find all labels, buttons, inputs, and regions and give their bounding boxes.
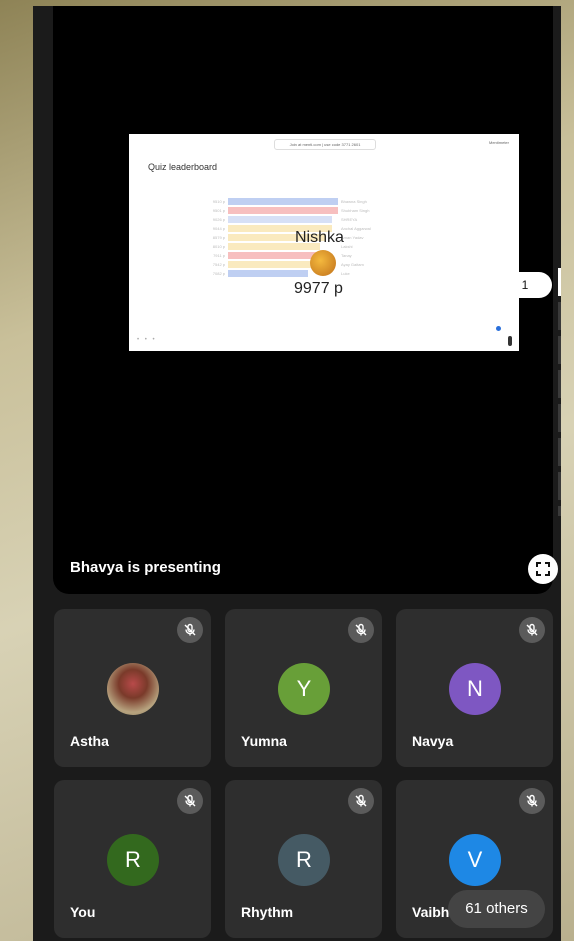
shared-slide: Join at menti.com | use code 3771 2601 M… xyxy=(129,134,519,351)
leaderboard-bar xyxy=(228,216,332,223)
participant-tile-astha[interactable]: Astha xyxy=(54,609,211,767)
avatar: Y xyxy=(278,663,330,715)
leaderboard-name: Luke xyxy=(341,271,350,276)
participant-name: Yumna xyxy=(241,733,287,749)
slide-reaction-icon xyxy=(496,326,501,331)
mic-off-icon xyxy=(184,623,196,636)
leaderboard-score: 8579 p xyxy=(212,235,225,240)
slide-title: Quiz leaderboard xyxy=(148,162,218,172)
mic-off-icon xyxy=(526,623,538,636)
avatar xyxy=(107,663,159,715)
leaderboard-bar xyxy=(228,207,338,214)
meeting-window: Join at menti.com | use code 3771 2601 M… xyxy=(33,6,561,941)
leaderboard-score: 7082 p xyxy=(212,271,225,276)
leaderboard-name: Shubham Singh xyxy=(341,208,370,213)
leaderboard-name: Aman Yadav xyxy=(341,235,364,240)
fullscreen-button[interactable] xyxy=(528,554,558,584)
slide-controls-icon: • • • xyxy=(137,337,157,343)
mute-indicator xyxy=(348,788,374,814)
slide-join-code: Join at menti.com | use code 3771 2601 xyxy=(274,139,376,150)
leaderboard-bar xyxy=(228,261,314,268)
avatar: R xyxy=(107,834,159,886)
winner-medal-icon xyxy=(310,250,336,276)
leaderboard-bar xyxy=(228,252,318,259)
leaderboard-score: 8010 p xyxy=(212,244,225,249)
mute-indicator xyxy=(519,617,545,643)
mic-off-icon xyxy=(184,794,196,807)
leaderboard-score: 9044 p xyxy=(212,226,225,231)
mute-indicator xyxy=(348,617,374,643)
mic-off-icon xyxy=(526,794,538,807)
others-button[interactable]: 61 others xyxy=(448,890,545,928)
avatar: N xyxy=(449,663,501,715)
slide-person-icon xyxy=(508,336,512,346)
leaderboard-score: 9026 p xyxy=(212,217,225,222)
winner-name: Nishka xyxy=(295,229,344,246)
leaderboard-score: 9501 p xyxy=(212,208,225,213)
participant-tile-you[interactable]: R You xyxy=(54,780,211,938)
participant-name: Astha xyxy=(70,733,109,749)
winner-score: 9977 p xyxy=(294,280,343,297)
page-indicator[interactable]: 1 xyxy=(498,272,552,298)
participant-name: You xyxy=(70,904,96,920)
leaderboard-name: Bhawna Singh xyxy=(341,199,367,204)
participant-tile-rhythm[interactable]: R Rhythm xyxy=(225,780,382,938)
participant-tile-navya[interactable]: N Navya xyxy=(396,609,553,767)
leaderboard-name: Tanay xyxy=(341,253,352,258)
participant-name: Rhythm xyxy=(241,904,294,920)
presenting-label: Bhavya is presenting xyxy=(70,559,221,576)
mic-off-icon xyxy=(355,794,367,807)
participant-name: Navya xyxy=(412,733,454,749)
presentation-stage[interactable]: Join at menti.com | use code 3771 2601 M… xyxy=(53,6,558,594)
page-scrollbar-thumb[interactable] xyxy=(558,268,561,296)
mute-indicator xyxy=(519,788,545,814)
leaderboard-score: 7542 p xyxy=(212,262,225,267)
mute-indicator xyxy=(177,788,203,814)
fullscreen-icon xyxy=(536,562,550,576)
leaderboard-name: Anchal Aggarwal xyxy=(341,226,371,231)
avatar: V xyxy=(449,834,501,886)
participant-name: Vaibh xyxy=(412,904,450,920)
leaderboard-bar xyxy=(228,198,338,205)
mic-off-icon xyxy=(355,623,367,636)
leaderboard-bar xyxy=(228,270,308,277)
leaderboard-name: SHREYA xyxy=(341,217,358,222)
leaderboard-score: 7911 p xyxy=(213,253,225,258)
participant-tile-yumna[interactable]: Y Yumna xyxy=(225,609,382,767)
leaderboard-score: 9510 p xyxy=(212,199,225,204)
slide-brand: Mentimeter xyxy=(488,140,509,145)
mute-indicator xyxy=(177,617,203,643)
leaderboard-name: Ayay Gaitam xyxy=(341,262,364,267)
avatar: R xyxy=(278,834,330,886)
page-scrollbar[interactable] xyxy=(558,268,561,516)
